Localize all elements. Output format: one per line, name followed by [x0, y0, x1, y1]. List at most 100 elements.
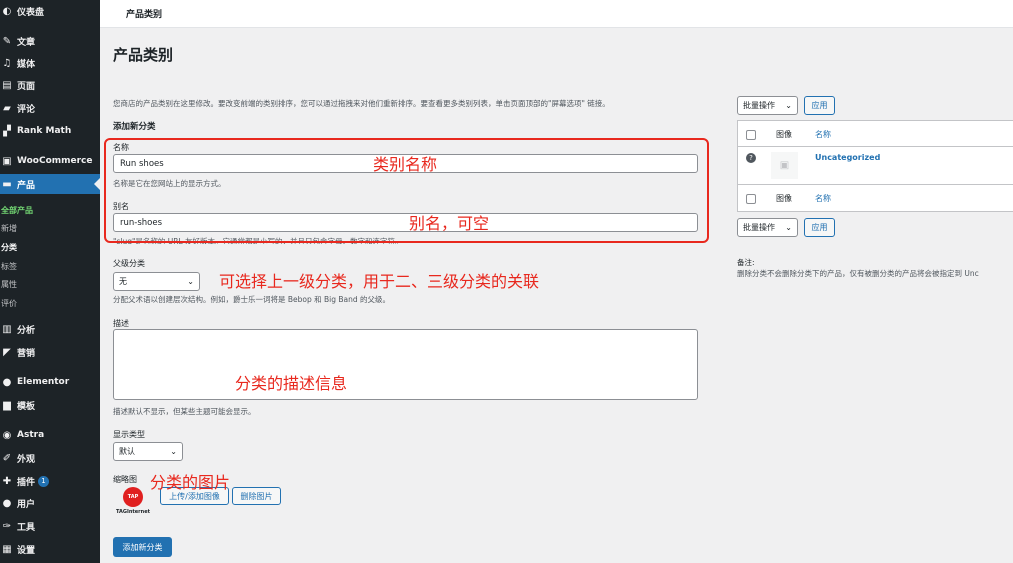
- archive-icon: ▬: [2, 178, 12, 190]
- megaphone-icon: ◤: [3, 346, 11, 358]
- menu-astra[interactable]: ◉ Astra: [0, 425, 100, 445]
- menu-media[interactable]: ♫ 媒体: [0, 53, 100, 73]
- description-label: 描述: [113, 319, 129, 328]
- bar-chart-icon: ▥: [2, 323, 12, 335]
- menu-label: 外观: [17, 454, 36, 465]
- plug-icon: ✚: [2, 475, 12, 487]
- add-category-button[interactable]: 添加新分类: [113, 537, 172, 557]
- chevron-down-icon: ⌄: [187, 277, 194, 286]
- select-all-checkbox-footer[interactable]: [746, 194, 756, 204]
- plugins-update-badge: 1: [38, 475, 50, 487]
- annotation-description: 分类的描述信息: [235, 374, 348, 393]
- display-type-select[interactable]: 默认 ⌄: [113, 442, 183, 461]
- note-title: 备注:: [737, 258, 755, 267]
- comment-icon: ▰: [3, 102, 11, 114]
- bulk-actions-select-top[interactable]: 批量操作 ⌄: [737, 96, 798, 115]
- media-icon: ♫: [2, 57, 12, 69]
- top-header: 产品类别: [100, 0, 1013, 28]
- name-label: 名称: [113, 143, 129, 152]
- help-icon[interactable]: ?: [746, 153, 756, 163]
- table-row: ? ▣ Uncategorized: [738, 147, 1013, 185]
- menu-appearance[interactable]: ✐ 外观: [0, 448, 100, 468]
- submenu-all-products[interactable]: 全部产品: [0, 201, 100, 219]
- menu-marketing[interactable]: ◤ 营销: [0, 342, 100, 362]
- add-new-heading: 添加新分类: [113, 122, 156, 132]
- annotation-name: 类别名称: [373, 155, 438, 174]
- menu-label: 文章: [17, 37, 36, 48]
- table-header: 图像 名称: [738, 121, 1013, 147]
- menu-label: Elementor: [17, 377, 70, 387]
- submenu-reviews[interactable]: 评价: [0, 294, 100, 312]
- column-name-sort-footer[interactable]: 名称: [815, 193, 831, 204]
- menu-rankmath[interactable]: ▞ Rank Math: [0, 121, 100, 141]
- menu-users[interactable]: ● 用户: [0, 493, 100, 513]
- menu-comments[interactable]: ▰ 评论: [0, 98, 100, 118]
- note-text: 删除分类不会删除分类下的产品，仅有被删分类的产品将会被指定到 Unc: [737, 269, 979, 278]
- menu-woocommerce[interactable]: ▣ WooCommerce: [0, 151, 100, 171]
- page-title: 产品类别: [113, 46, 174, 64]
- menu-label: 仪表盘: [17, 7, 45, 18]
- menu-label: 工具: [17, 522, 36, 533]
- annotation-thumbnail: 分类的图片: [150, 473, 231, 492]
- parent-label: 父级分类: [113, 259, 145, 268]
- parent-select[interactable]: 无 ⌄: [113, 272, 200, 291]
- apply-button-bottom[interactable]: 应用: [804, 218, 835, 237]
- menu-label: 插件: [17, 477, 36, 488]
- slug-input[interactable]: [113, 213, 698, 232]
- submenu-add-new[interactable]: 新增: [0, 219, 100, 237]
- apply-button-top[interactable]: 应用: [804, 96, 835, 115]
- admin-sidebar: ◐ 仪表盘 ✎ 文章 ♫ 媒体 ▤ 页面 ▰ 评论 ▞ Rank Math ▣ WooComm…: [0, 0, 100, 563]
- wrench-icon: ✑: [2, 520, 12, 532]
- menu-label: 设置: [17, 545, 36, 556]
- select-all-checkbox[interactable]: [746, 130, 756, 140]
- thumbnail-preview: TAP TAGInternet: [113, 487, 153, 523]
- page-icon: ▤: [2, 79, 12, 91]
- menu-posts[interactable]: ✎ 文章: [0, 31, 100, 51]
- submenu-categories[interactable]: 分类: [0, 238, 100, 256]
- menu-templates[interactable]: ▆ 模板: [0, 395, 100, 415]
- thumbnail-label: 缩略图: [113, 475, 137, 484]
- elementor-icon: ●: [2, 376, 12, 388]
- remove-image-button[interactable]: 删除图片: [232, 487, 281, 505]
- bulk-actions-value: 批量操作: [743, 223, 775, 232]
- column-image: 图像: [776, 130, 792, 139]
- menu-pages[interactable]: ▤ 页面: [0, 75, 100, 95]
- brand-logo: TAP: [123, 487, 143, 507]
- menu-settings[interactable]: ▦ 设置: [0, 539, 100, 559]
- category-name-link[interactable]: Uncategorized: [815, 153, 880, 162]
- name-help: 名称是它在您网站上的显示方式。: [113, 179, 226, 188]
- description-help: 描述默认不显示，但某些主题可能会显示。: [113, 407, 256, 416]
- slug-label: 别名: [113, 202, 129, 211]
- pin-icon: ✎: [2, 35, 12, 47]
- table-footer: 图像 名称: [738, 185, 1013, 212]
- menu-analytics[interactable]: ▥ 分析: [0, 319, 100, 339]
- folder-icon: ▆: [3, 399, 11, 411]
- menu-label: 用户: [17, 499, 36, 510]
- submenu-attributes[interactable]: 属性: [0, 275, 100, 293]
- bulk-actions-select-bottom[interactable]: 批量操作 ⌄: [737, 218, 798, 237]
- submenu-tags[interactable]: 标签: [0, 257, 100, 275]
- page-description: 您商店的产品类别在这里修改。要改变前端的类别排序，您可以通过拖拽来对他们重新排序…: [113, 99, 610, 108]
- menu-label: 模板: [17, 401, 36, 412]
- display-type-value: 默认: [119, 447, 135, 456]
- column-name-sort[interactable]: 名称: [815, 129, 831, 140]
- woo-icon: ▣: [2, 155, 12, 167]
- description-textarea[interactable]: [113, 329, 698, 400]
- column-image-footer: 图像: [776, 194, 792, 203]
- menu-tools[interactable]: ✑ 工具: [0, 516, 100, 536]
- menu-plugins[interactable]: ✚ 插件 1: [0, 471, 100, 491]
- menu-label: Rank Math: [17, 126, 72, 136]
- annotation-parent: 可选择上一级分类，用于二、三级分类的关联: [219, 272, 540, 291]
- astra-icon: ◉: [2, 429, 12, 441]
- chevron-down-icon: ⌄: [170, 447, 177, 456]
- display-type-label: 显示类型: [113, 430, 145, 439]
- menu-label: 营销: [17, 348, 36, 359]
- settings-icon: ▦: [2, 543, 12, 555]
- chevron-down-icon: ⌄: [785, 223, 792, 232]
- menu-label: 产品: [17, 180, 36, 191]
- user-icon: ●: [2, 497, 12, 509]
- menu-products[interactable]: ▬ 产品: [0, 174, 100, 194]
- menu-label: WooCommerce: [17, 156, 93, 166]
- menu-elementor[interactable]: ● Elementor: [0, 372, 100, 392]
- menu-dashboard[interactable]: ◐ 仪表盘: [0, 1, 100, 21]
